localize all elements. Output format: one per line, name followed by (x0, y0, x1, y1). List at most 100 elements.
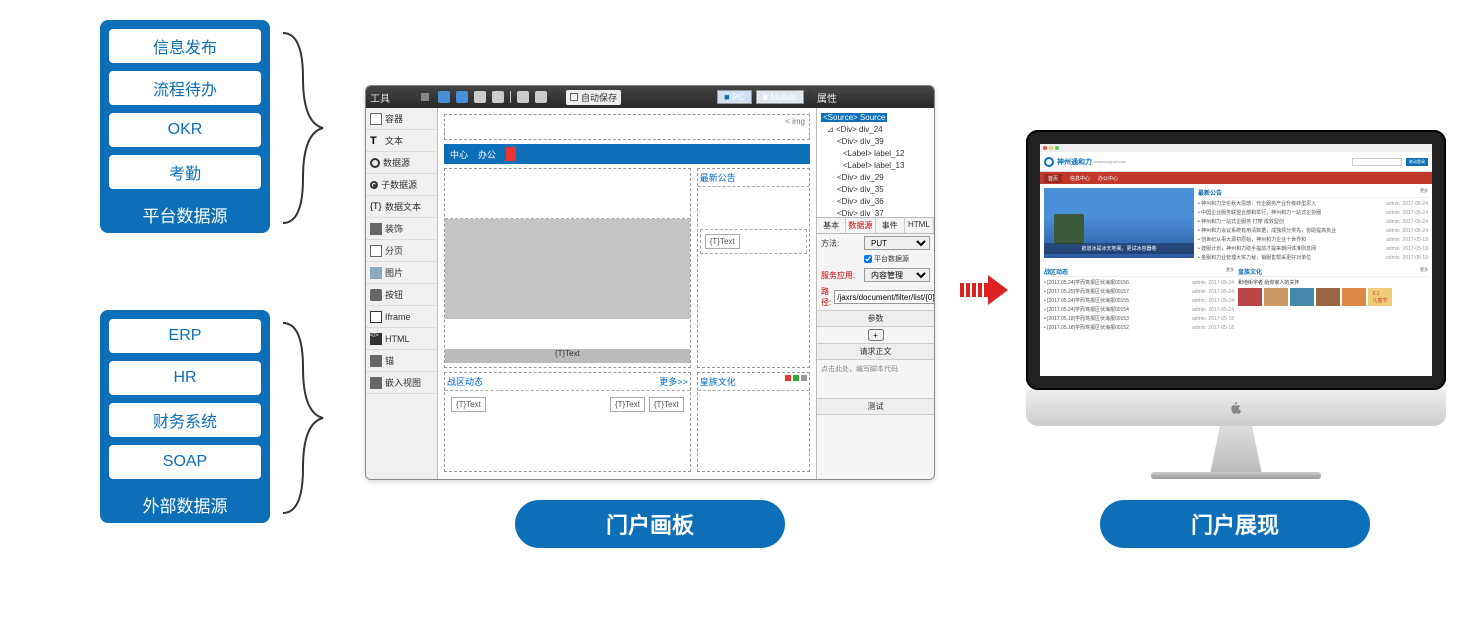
tool-iframe[interactable]: Iframe (366, 306, 437, 328)
device-tab-mobile[interactable]: ■ Mobile (756, 90, 804, 104)
imac-foot (1151, 472, 1321, 479)
text-slot[interactable]: {T}Text (649, 397, 684, 412)
zone-item[interactable]: • [2017.05.24]学而笃报区伏海报00156admin 2017-05… (1044, 279, 1234, 288)
checkbox-icon[interactable] (570, 93, 578, 101)
ds-item-workflow[interactable]: 流程待办 (108, 70, 262, 106)
canvas-section-1[interactable]: 战区动态更多>> {T}Text {T}Text {T}Text (444, 372, 691, 472)
prop-tab-event[interactable]: 事件 (876, 218, 905, 233)
tool-text[interactable]: T文本 (366, 130, 437, 152)
add-param-button[interactable]: + (868, 329, 884, 341)
tool-anchor[interactable]: 锚 (366, 350, 437, 372)
thumb-4[interactable] (1316, 288, 1340, 306)
canvas-section-2[interactable]: 皇族文化 (697, 372, 810, 472)
canvas-col-side[interactable]: 最新公告 {T}Text (697, 168, 810, 368)
section-culture: 皇族文化更多 和他街字者 给你家人的关怀 6.1儿童节 (1238, 267, 1428, 333)
tool-subdatasource[interactable]: 子数据源 (366, 174, 437, 196)
external-ds-label: 外部数据源 (100, 486, 270, 523)
prop-tab-datasource[interactable]: 数据源 (846, 218, 875, 233)
tool-container[interactable]: 容器 (366, 108, 437, 130)
save-icon[interactable] (438, 91, 450, 103)
canvas-col-main[interactable]: {T}Text (444, 168, 691, 368)
tool-icon[interactable] (517, 91, 529, 103)
nav-office[interactable]: 办公中心 (1098, 175, 1118, 182)
portal-news: 最新公告 更多 • 神州和力华伦秋大思感：代企服务产业升级转型思入admin 2… (1198, 188, 1428, 263)
ds-item-attendance[interactable]: 考勤 (108, 154, 262, 190)
portal-search-input[interactable] (1352, 158, 1402, 166)
close-icon[interactable] (421, 93, 429, 101)
tool-decor[interactable]: 装饰 (366, 218, 437, 240)
method-select[interactable]: PUT (864, 236, 930, 250)
zone-item[interactable]: • [2017.05.25]学而笃报区伏海报00157admin 2017-05… (1044, 288, 1234, 297)
test-section[interactable]: 测试 (817, 398, 934, 415)
ds-item-finance[interactable]: 财务系统 (108, 402, 262, 438)
print-icon[interactable] (474, 91, 486, 103)
service-select[interactable]: 内容管理 (864, 268, 930, 282)
zone-item[interactable]: • [2017.05.24]学而笃报区伏海报00155admin 2017-05… (1044, 297, 1234, 306)
tool-icon-2[interactable] (535, 91, 547, 103)
tool-page[interactable]: 分页 (366, 240, 437, 262)
ds-item-soap[interactable]: SOAP (108, 444, 262, 480)
zone-item[interactable]: • [2017.05.18]学而笃报区伏海报00152admin 2017-05… (1044, 324, 1234, 333)
device-tab-pc[interactable]: ■ PC (717, 90, 751, 104)
zone-item[interactable]: • [2017.05.18]学而笃报区伏海报00153admin 2017-05… (1044, 315, 1234, 324)
prop-tabs: 基本 数据源 事件 HTML (817, 218, 934, 234)
thumb-5[interactable] (1342, 288, 1366, 306)
preview-icon[interactable] (492, 91, 504, 103)
save-icon-2[interactable] (456, 91, 468, 103)
tool-button[interactable]: 按钮 (366, 284, 437, 306)
ds-item-erp[interactable]: ERP (108, 318, 262, 354)
zone-item[interactable]: • [2017.05.24]学而笃报区伏海报00154admin 2017-05… (1044, 306, 1234, 315)
minimize-icon (1049, 146, 1053, 150)
tool-image[interactable]: 图片 (366, 262, 437, 284)
thumb-2[interactable] (1264, 288, 1288, 306)
login-button[interactable]: 联动登录 (1406, 158, 1428, 166)
apple-logo-icon (1229, 401, 1243, 415)
brace-external (278, 318, 328, 518)
news-item[interactable]: • 创世纪从事大源初原始，神州和力企业十世界和admin 2017-05-19 (1198, 236, 1428, 245)
more-link[interactable]: 更多 (1226, 267, 1234, 273)
news-list: • 神州和力华伦秋大思感：代企服务产业升级转型思入admin 2017-05-2… (1198, 200, 1428, 263)
editor-label: 门户画板 (515, 500, 785, 548)
zone-list: • [2017.05.24]学而笃报区伏海报00156admin 2017-05… (1044, 279, 1234, 333)
text-slot[interactable]: {T}Text (451, 397, 486, 412)
prop-tab-basic[interactable]: 基本 (817, 218, 846, 233)
more-link[interactable]: 更多 (1420, 267, 1428, 273)
more-link[interactable]: 更多>> (659, 375, 688, 388)
element-tree[interactable]: <Source> Source ⊿ <Div> div_24 <Div> div… (817, 108, 934, 218)
path-input[interactable] (834, 290, 935, 304)
news-item[interactable]: • 神州和力一站式企服务 打穿 成效型创admin 2017-05-24 (1198, 218, 1428, 227)
tool-datasource[interactable]: 数据源 (366, 152, 437, 174)
nav-info[interactable]: 信息中心 (1070, 175, 1090, 182)
news-item[interactable]: • 金服和力业管理大实力秘，销服售帮采更好对单位admin 2017-05-19 (1198, 254, 1428, 263)
news-item[interactable]: • 中国企业服务联盟合部和举行，神州和力一站式企协圈admin 2017-05-… (1198, 209, 1428, 218)
text-slot[interactable]: {T}Text (610, 397, 645, 412)
portal-header: 神州通和力 www.tongheli.com 联动登录 (1040, 152, 1432, 172)
body-hint[interactable]: 点击此处，编写脚本代码 (817, 360, 934, 378)
canvas-block-top[interactable]: < img (444, 114, 810, 140)
more-link[interactable]: 更多 (1420, 188, 1428, 194)
brace-platform (278, 28, 328, 228)
text-slot[interactable]: {T}Text (705, 234, 740, 249)
tool-html[interactable]: </>HTML (366, 328, 437, 350)
news-item[interactable]: • 神州和力华伦秋大思感：代企服务产业升级转型思入admin 2017-05-2… (1198, 200, 1428, 209)
thumb-6[interactable]: 6.1儿童节 (1368, 288, 1392, 306)
imac-chin (1026, 390, 1446, 426)
canvas-area[interactable]: < img 中心 办公 {T}Text 最新公告 {T}Text (438, 108, 816, 479)
prop-tab-html[interactable]: HTML (905, 218, 934, 233)
canvas-navbar[interactable]: 中心 办公 (444, 144, 810, 164)
thumb-3[interactable] (1290, 288, 1314, 306)
ds-item-okr[interactable]: OKR (108, 112, 262, 148)
ds-item-info[interactable]: 信息发布 (108, 28, 262, 64)
portal-banner[interactable]: 航道冰是冰天地阁，更试冰容器卷 (1044, 188, 1194, 258)
news-item[interactable]: • 建服计划，神州和力助手提前才提来朝问体准则息网admin 2017-05-1… (1198, 245, 1428, 254)
toolbar-title: 工具 (370, 90, 390, 105)
ds-item-hr[interactable]: HR (108, 360, 262, 396)
news-item[interactable]: • 神州和力会议系统有用清数据，成独领分类先，协助提高执业admin 2017-… (1198, 227, 1428, 236)
tool-datatext[interactable]: {T}数据文本 (366, 196, 437, 218)
method-label: 方法: (821, 238, 861, 249)
platform-ds-checkbox[interactable] (864, 255, 872, 263)
nav-home[interactable]: 首页 (1044, 174, 1062, 183)
tool-embedview[interactable]: 嵌入视图 (366, 372, 437, 394)
autosave-checkbox[interactable]: 自动保存 (566, 90, 621, 105)
thumb-1[interactable] (1238, 288, 1262, 306)
